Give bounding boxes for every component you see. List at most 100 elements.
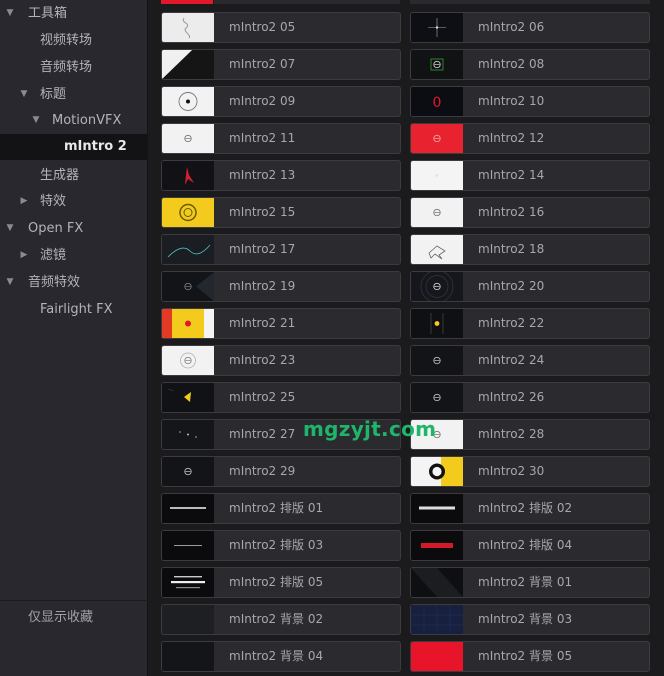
effect-tile[interactable]: mIntro2 背景 01 — [410, 567, 650, 598]
chevron-right-icon[interactable]: ▶ — [18, 242, 30, 269]
effect-tile[interactable]: mIntro2 29 — [161, 456, 401, 487]
effect-tile-label: mIntro2 排版 05 — [229, 575, 324, 589]
effect-thumbnail — [162, 568, 214, 597]
effect-thumbnail — [162, 87, 214, 116]
effect-tile[interactable]: mIntro2 09 — [161, 86, 401, 117]
effect-tile[interactable]: mIntro2 16 — [410, 197, 650, 228]
effect-tile-label: mIntro2 背景 05 — [478, 649, 573, 663]
effect-tile[interactable]: mIntro2 21 — [161, 308, 401, 339]
effect-tile-label: mIntro2 12 — [478, 131, 545, 145]
tree-item-fairlight-fx[interactable]: Fairlight FX — [0, 296, 148, 323]
effect-tile[interactable]: mIntro2 背景 05 — [410, 641, 650, 672]
chevron-right-icon[interactable]: ▶ — [18, 188, 30, 215]
effect-tile-label: mIntro2 08 — [478, 57, 545, 71]
effect-tile[interactable]: mIntro2 12 — [410, 123, 650, 154]
effect-tile-label: mIntro2 背景 01 — [478, 575, 573, 589]
effect-tile[interactable]: mIntro2 13 — [161, 160, 401, 191]
effects-grid: mIntro2 05 mIntro2 06 mIntro2 07 mIntro2 08… — [148, 0, 664, 676]
effect-tile[interactable]: mIntro2 20 — [410, 271, 650, 302]
chevron-down-icon[interactable]: ▼ — [4, 215, 16, 242]
effect-tile[interactable]: mIntro2 19 — [161, 271, 401, 302]
tree-item-openfx[interactable]: ▼ Open FX — [0, 215, 148, 242]
effect-tile[interactable]: mIntro2 背景 02 — [161, 604, 401, 635]
effect-thumbnail — [162, 272, 214, 301]
effect-thumbnail — [162, 420, 214, 449]
tree-item-audio-transitions[interactable]: 音频转场 — [0, 54, 148, 81]
effect-tile-label: mIntro2 06 — [478, 20, 545, 34]
chevron-down-icon[interactable]: ▼ — [30, 107, 42, 134]
tree-item-titles[interactable]: ▼ 标题 — [0, 81, 148, 108]
tree-item-mintro2[interactable]: mIntro 2 — [0, 134, 148, 160]
favorites-only-toggle[interactable]: 仅显示收藏 — [28, 606, 93, 630]
watermark-text: mgzyjt.com — [303, 417, 437, 441]
effect-tile[interactable]: mIntro2 排版 01 — [161, 493, 401, 524]
effect-tile-label: mIntro2 18 — [478, 242, 545, 256]
effect-tile[interactable]: mIntro2 07 — [161, 49, 401, 80]
effect-tile[interactable]: mIntro2 08 — [410, 49, 650, 80]
effect-thumbnail — [162, 50, 214, 79]
effect-tile-label: mIntro2 30 — [478, 464, 545, 478]
effect-tile-label: mIntro2 25 — [229, 390, 296, 404]
effect-tile[interactable]: mIntro2 26 — [410, 382, 650, 413]
effect-thumbnail — [411, 383, 463, 412]
tree-item-label: 标题 — [40, 87, 67, 102]
effect-tile-label: mIntro2 排版 02 — [478, 501, 573, 515]
effect-tile[interactable]: mIntro2 28 — [410, 419, 650, 450]
effect-tile[interactable]: mIntro2 14 — [410, 160, 650, 191]
effect-tile[interactable]: mIntro2 11 — [161, 123, 401, 154]
effect-thumbnail — [411, 642, 463, 671]
tree-item-label: 视频转场 — [40, 33, 93, 48]
chevron-down-icon[interactable]: ▼ — [18, 81, 30, 108]
tree-item-label: 特效 — [40, 194, 67, 209]
tree-item-motionvfx[interactable]: ▼ MotionVFX — [0, 107, 148, 134]
effect-tile[interactable]: mIntro2 25 — [161, 382, 401, 413]
effect-thumbnail — [411, 198, 463, 227]
effect-tile[interactable]: mIntro2 排版 04 — [410, 530, 650, 561]
tree-item-filters[interactable]: ▶ 滤镜 — [0, 242, 148, 269]
effect-tile[interactable]: mIntro2 24 — [410, 345, 650, 376]
effect-thumbnail — [411, 13, 463, 42]
effect-tile[interactable]: mIntro2 15 — [161, 197, 401, 228]
effect-tile[interactable]: mIntro2 06 — [410, 12, 650, 43]
tree-item-audio-effects[interactable]: ▼ 音频特效 — [0, 269, 148, 296]
tree-item-video-transitions[interactable]: 视频转场 — [0, 27, 148, 54]
effect-thumbnail — [162, 531, 214, 560]
tree-item-label: mIntro 2 — [64, 139, 127, 154]
effect-tile[interactable]: mIntro2 18 — [410, 234, 650, 265]
effect-tile[interactable]: mIntro2 排版 05 — [161, 567, 401, 598]
effect-tile-label: mIntro2 21 — [229, 316, 296, 330]
effect-thumbnail — [411, 531, 463, 560]
effect-tile[interactable]: mIntro2 17 — [161, 234, 401, 265]
effect-thumbnail — [162, 198, 214, 227]
effect-thumbnail — [162, 642, 214, 671]
tree-item-label: MotionVFX — [52, 113, 122, 128]
effect-tile[interactable]: 0 mIntro2 10 — [410, 86, 650, 117]
effect-tile[interactable]: mIntro2 30 — [410, 456, 650, 487]
effect-thumbnail — [162, 605, 214, 634]
effect-thumbnail — [162, 494, 214, 523]
effect-tile[interactable]: mIntro2 23 — [161, 345, 401, 376]
tree-item-generators[interactable]: 生成器 — [0, 162, 148, 189]
effect-thumbnail — [411, 124, 463, 153]
effect-tile[interactable]: mIntro2 背景 03 — [410, 604, 650, 635]
effect-tile[interactable]: mIntro2 22 — [410, 308, 650, 339]
effect-tile[interactable]: mIntro2 排版 02 — [410, 493, 650, 524]
chevron-down-icon[interactable]: ▼ — [4, 269, 16, 296]
effect-thumbnail — [162, 161, 214, 190]
effect-thumbnail — [411, 346, 463, 375]
effect-tile-label: mIntro2 19 — [229, 279, 296, 293]
effect-tile[interactable]: mIntro2 排版 03 — [161, 530, 401, 561]
effect-thumbnail — [162, 124, 214, 153]
effect-thumbnail — [162, 457, 214, 486]
chevron-down-icon[interactable]: ▼ — [4, 0, 16, 27]
effect-tile-label: mIntro2 09 — [229, 94, 296, 108]
tree-item-effects[interactable]: ▶ 特效 — [0, 188, 148, 215]
tree-item-toolbox[interactable]: ▼ 工具箱 — [0, 0, 148, 27]
effect-tile[interactable]: mIntro2 05 — [161, 12, 401, 43]
effect-tile[interactable]: mIntro2 背景 04 — [161, 641, 401, 672]
effect-thumbnail — [411, 161, 463, 190]
effect-thumbnail — [411, 568, 463, 597]
effect-tile-label: mIntro2 背景 04 — [229, 649, 324, 663]
effect-tile-label: mIntro2 16 — [478, 205, 545, 219]
effect-tile-label: mIntro2 27 — [229, 427, 296, 441]
